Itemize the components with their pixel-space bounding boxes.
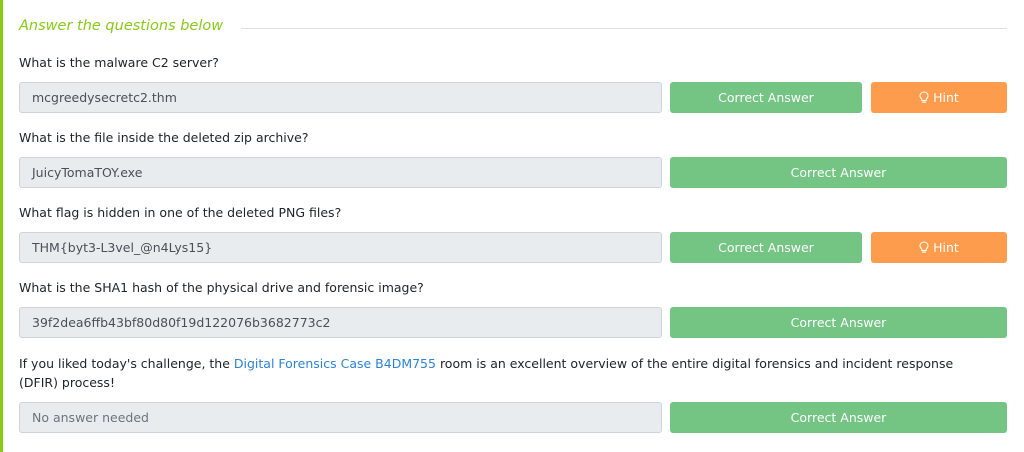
answer-2-field[interactable]: JuicyTomaTOY.exe	[19, 157, 662, 188]
question-4-text: What is the SHA1 hash of the physical dr…	[19, 280, 424, 295]
section-divider	[241, 28, 1007, 29]
correct-answer-1-label: Correct Answer	[718, 90, 814, 105]
correct-answer-3-label: Correct Answer	[718, 240, 814, 255]
correct-answer-1-button[interactable]: Correct Answer	[670, 82, 862, 113]
correct-answer-2-label: Correct Answer	[790, 165, 887, 180]
lightbulb-icon	[919, 241, 929, 253]
question-2-text: What is the file inside the deleted zip …	[19, 130, 309, 145]
hint-3-label: Hint	[933, 240, 959, 255]
correct-answer-3-button[interactable]: Correct Answer	[670, 232, 862, 263]
correct-answer-4-button[interactable]: Correct Answer	[670, 307, 1007, 338]
hint-1-button[interactable]: Hint	[871, 82, 1007, 113]
section-header: Answer the questions below	[19, 14, 1007, 42]
correct-answer-5-label: Correct Answer	[790, 410, 887, 425]
answer-4-field[interactable]: 39f2dea6ffb43bf80d80f19d122076b3682773c2	[19, 307, 662, 338]
question-1-text: What is the malware C2 server?	[19, 55, 219, 70]
room-link[interactable]: Digital Forensics Case B4DM755	[234, 356, 436, 371]
correct-answer-4-label: Correct Answer	[790, 315, 887, 330]
section-title: Answer the questions below	[19, 18, 238, 34]
left-accent-bar	[0, 0, 3, 452]
question-5-text: If you liked today's challenge, the Digi…	[19, 354, 989, 392]
correct-answer-2-button[interactable]: Correct Answer	[670, 157, 1007, 188]
correct-answer-5-button[interactable]: Correct Answer	[670, 402, 1007, 433]
hint-3-button[interactable]: Hint	[871, 232, 1007, 263]
hint-1-label: Hint	[933, 90, 959, 105]
answer-1-field[interactable]: mcgreedysecretc2.thm	[19, 82, 662, 113]
question-5-text-before: If you liked today's challenge, the	[19, 356, 234, 371]
answer-5-field[interactable]: No answer needed	[19, 402, 662, 433]
question-3-text: What flag is hidden in one of the delete…	[19, 205, 342, 220]
answer-3-field[interactable]: THM{byt3-L3vel_@n4Lys15}	[19, 232, 662, 263]
lightbulb-icon	[919, 91, 929, 103]
